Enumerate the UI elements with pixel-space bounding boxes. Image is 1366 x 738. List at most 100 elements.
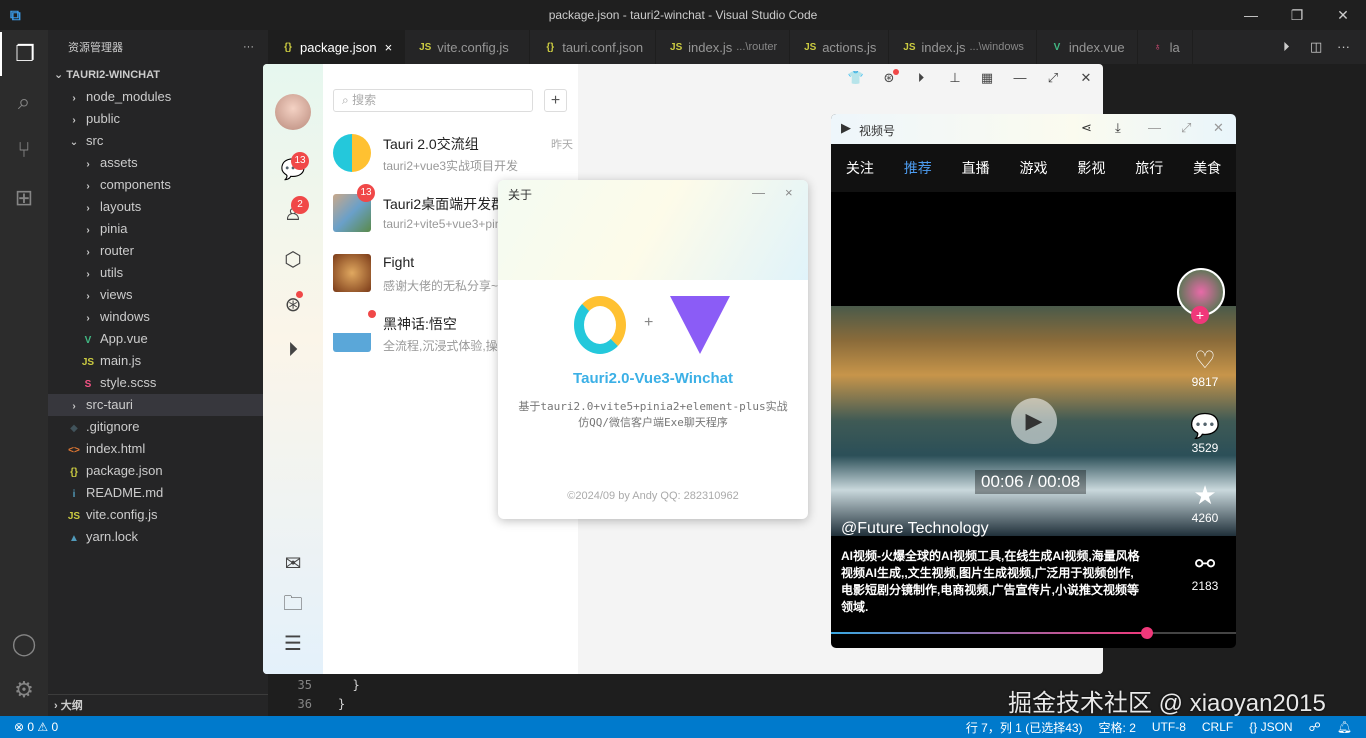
tab-close-button[interactable]: × (385, 40, 393, 55)
follow-plus-icon[interactable]: + (1191, 306, 1209, 324)
account-icon[interactable]: ◯ (0, 622, 48, 666)
tree-item[interactable]: ›assets (48, 152, 268, 174)
about-close-button[interactable]: × (785, 185, 793, 200)
tree-item[interactable]: ›utils (48, 262, 268, 284)
maximize-button[interactable]: ❐ (1274, 0, 1320, 30)
tree-item[interactable]: ›windows (48, 306, 268, 328)
video-tab[interactable]: 游戏 (1005, 158, 1063, 178)
video-play-icon[interactable]: ⏵ (279, 336, 307, 364)
more-icon[interactable]: ··· (1337, 39, 1350, 54)
mail-icon[interactable]: ✉ (279, 550, 307, 578)
tab[interactable]: JSindex.js...\router (656, 30, 790, 64)
play-button[interactable]: ▶ (1011, 398, 1057, 444)
chat-close-button[interactable]: ✕ (1075, 70, 1097, 92)
tree-item[interactable]: ›layouts (48, 196, 268, 218)
tree-item[interactable]: JSvite.config.js (48, 504, 268, 526)
settings-gear-icon[interactable]: ⚙ (0, 668, 48, 712)
file-icon: {} (542, 42, 558, 53)
workspace-root[interactable]: ⌄ TAURI2-WINCHAT (48, 64, 268, 86)
search-icon[interactable]: ⌕ (0, 80, 48, 124)
language-label: JSON (1261, 720, 1293, 734)
tree-item-label: assets (100, 155, 138, 170)
source-control-icon[interactable]: ⑂ (0, 128, 48, 172)
feedback-icon[interactable]: ☍ (1309, 720, 1321, 734)
conversation-item[interactable]: Tauri 2.0交流组tauri2+vue3实战项目开发昨天 (333, 128, 573, 184)
video-tab[interactable]: 美食 (1178, 158, 1236, 178)
play-icon[interactable]: ⏵ (910, 70, 932, 92)
cube-icon[interactable]: ⬡ (279, 246, 307, 274)
share-nodes-icon[interactable]: ⚯ (1182, 550, 1228, 579)
download-icon[interactable]: ⤓ (1115, 120, 1121, 136)
notifications-bell-icon[interactable]: 🔔︎ (1337, 720, 1352, 734)
video-author[interactable]: @Future Technology (841, 520, 989, 538)
favorite-star-icon[interactable]: ★ (1182, 480, 1228, 511)
about-minimize-button[interactable]: — (752, 185, 765, 200)
skin-shirt-icon[interactable]: 👕 (845, 70, 867, 92)
split-editor-icon[interactable]: ◫ (1310, 39, 1322, 55)
tree-item[interactable]: ▲yarn.lock (48, 526, 268, 548)
like-heart-icon[interactable]: ♡ (1182, 346, 1228, 375)
comment-icon[interactable]: 💬 (1182, 412, 1228, 441)
desc-line-2: 仿QQ/微信客户端Exe聊天程序 (498, 414, 808, 430)
outline-section[interactable]: › 大纲 (48, 694, 268, 716)
search-input[interactable]: ⌕ 搜索 (333, 89, 533, 112)
video-maximize-button[interactable]: ⤢ (1181, 120, 1191, 136)
problems-indicator[interactable]: ⊗ 0 ⚠ 0 (14, 720, 58, 734)
video-minimize-button[interactable]: — (1148, 120, 1161, 135)
video-tab[interactable]: 影视 (1062, 158, 1120, 178)
tab[interactable]: Vindex.vue (1037, 30, 1138, 64)
tree-item[interactable]: Sstyle.scss (48, 372, 268, 394)
extensions-icon[interactable]: ⊞ (0, 176, 48, 220)
tree-item[interactable]: ›public (48, 108, 268, 130)
tree-item[interactable]: ⌄src (48, 130, 268, 152)
line-ending[interactable]: CRLF (1202, 720, 1233, 734)
tree-item[interactable]: ›pinia (48, 218, 268, 240)
tree-item[interactable]: ◆.gitignore (48, 416, 268, 438)
explorer-icon[interactable]: ❐ (0, 32, 48, 76)
tab[interactable]: JSindex.js...\windows (889, 30, 1037, 64)
indentation[interactable]: 空格: 2 (1099, 719, 1136, 736)
close-button[interactable]: ✕ (1320, 0, 1366, 30)
video-tab[interactable]: 直播 (947, 158, 1005, 178)
encoding[interactable]: UTF-8 (1152, 720, 1186, 734)
tab[interactable]: JSactions.js (790, 30, 889, 64)
video-tab[interactable]: 关注 (831, 158, 889, 178)
tree-item-label: public (86, 111, 120, 126)
tab[interactable]: ♁la (1138, 30, 1193, 64)
video-progress-knob[interactable] (1141, 627, 1153, 639)
grid-icon[interactable]: ▦ (976, 70, 998, 92)
video-close-button[interactable]: ✕ (1213, 120, 1224, 136)
tree-item[interactable]: ›views (48, 284, 268, 306)
share-icon[interactable]: ⋖ (1081, 120, 1092, 136)
tab-label: actions.js (822, 40, 876, 55)
minimize-button[interactable]: — (1228, 0, 1274, 30)
menu-icon[interactable]: ☰ (279, 630, 307, 658)
add-button[interactable]: + (544, 89, 567, 112)
file-icon: V (1049, 42, 1065, 53)
user-avatar[interactable] (275, 94, 311, 130)
tree-item[interactable]: ›node_modules (48, 86, 268, 108)
tree-item[interactable]: {}package.json (48, 460, 268, 482)
run-icon[interactable]: ⏵ (1283, 39, 1290, 55)
folder-icon[interactable]: 🗀 (279, 590, 307, 618)
tab[interactable]: {}package.json× (268, 30, 405, 64)
tree-item[interactable]: iREADME.md (48, 482, 268, 504)
cursor-position[interactable]: 行 7，列 1 (已选择43) (966, 719, 1083, 736)
tree-item[interactable]: VApp.vue (48, 328, 268, 350)
pin-icon[interactable]: ⊥ (944, 70, 966, 92)
chat-minimize-button[interactable]: — (1009, 70, 1031, 92)
tree-item[interactable]: JSmain.js (48, 350, 268, 372)
video-tab[interactable]: 旅行 (1120, 158, 1178, 178)
tab[interactable]: JSvite.config.js (405, 30, 530, 64)
language-mode[interactable]: {} JSON (1249, 720, 1292, 734)
tree-item[interactable]: ›src-tauri (48, 394, 268, 416)
tree-item[interactable]: ›router (48, 240, 268, 262)
tab[interactable]: {}tauri.conf.json (530, 30, 656, 64)
chat-maximize-button[interactable]: ⤢ (1042, 70, 1064, 92)
tree-item[interactable]: ›components (48, 174, 268, 196)
more-actions-icon[interactable]: ··· (243, 41, 254, 53)
video-progress-track[interactable] (831, 632, 1236, 634)
chat-sidebar: 💬 13 ♙ 2 ⬡ ⊛ ⏵ ✉ 🗀 ☰ (263, 64, 323, 674)
video-tab[interactable]: 推荐 (889, 158, 947, 178)
tree-item[interactable]: <>index.html (48, 438, 268, 460)
